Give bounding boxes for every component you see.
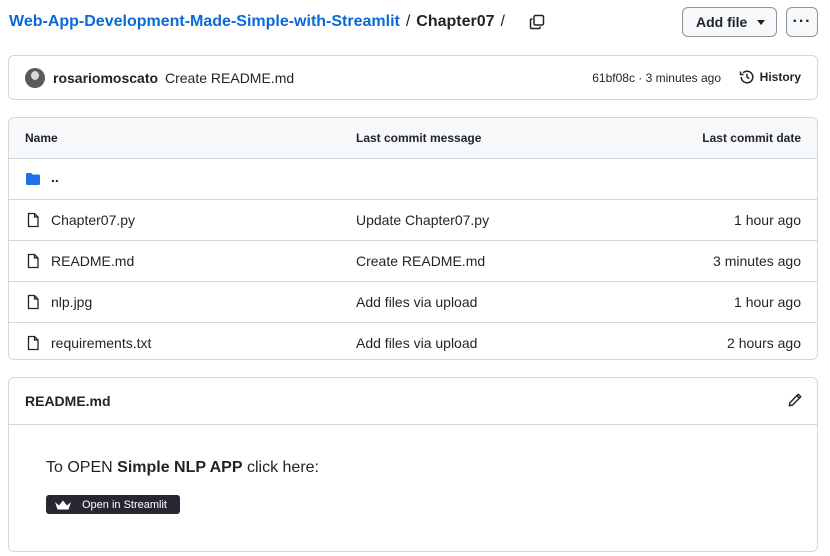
file-commit-date: 3 minutes ago: [713, 253, 801, 269]
file-table-header: Name Last commit message Last commit dat…: [9, 118, 817, 159]
chevron-down-icon: [757, 20, 765, 25]
breadcrumb-current-dir: Chapter07: [416, 13, 495, 30]
commit-message[interactable]: Create README.md: [165, 70, 294, 86]
commit-hash-time[interactable]: 61bf08c · 3 minutes ago: [592, 71, 721, 85]
file-name-link[interactable]: nlp.jpg: [51, 294, 92, 310]
readme-text-prefix: To OPEN: [46, 459, 118, 476]
more-options-button[interactable]: ···: [786, 7, 818, 37]
table-row[interactable]: README.md Create README.md 3 minutes ago: [9, 241, 817, 282]
header-name: Name: [25, 131, 58, 145]
file-name-link[interactable]: Chapter07.py: [51, 212, 135, 228]
file-icon: [25, 294, 41, 313]
kebab-horizontal-icon: ···: [792, 13, 812, 30]
file-icon: [25, 212, 41, 231]
open-in-streamlit-badge[interactable]: Open in Streamlit: [46, 495, 180, 514]
badge-label: Open in Streamlit: [82, 498, 167, 511]
breadcrumb-trailing-separator: /: [500, 13, 505, 30]
file-commit-date: 1 hour ago: [734, 212, 801, 228]
readme-text-suffix: click here:: [242, 459, 319, 476]
header-last-commit-date: Last commit date: [702, 131, 801, 145]
readme-text-bold: Simple NLP APP: [117, 459, 243, 476]
avatar[interactable]: [25, 68, 45, 88]
file-icon: [25, 335, 41, 354]
history-label: History: [759, 70, 801, 84]
readme-panel: README.md To OPEN Simple NLP APP click h…: [8, 377, 818, 552]
table-row[interactable]: Chapter07.py Update Chapter07.py 1 hour …: [9, 200, 817, 241]
add-file-button[interactable]: Add file: [682, 7, 777, 37]
file-commit-message-link[interactable]: Create README.md: [356, 253, 485, 269]
commit-author[interactable]: rosariomoscato: [53, 70, 158, 86]
file-commit-date: 1 hour ago: [734, 294, 801, 310]
breadcrumb-repo-link[interactable]: Web-App-Development-Made-Simple-with-Str…: [9, 13, 400, 31]
breadcrumb: Web-App-Development-Made-Simple-with-Str…: [9, 10, 505, 34]
table-row[interactable]: nlp.jpg Add files via upload 1 hour ago: [9, 282, 817, 323]
copy-path-icon[interactable]: [527, 12, 547, 32]
breadcrumb-separator: /: [405, 13, 411, 30]
pencil-icon[interactable]: [787, 392, 803, 413]
file-name-link[interactable]: README.md: [51, 253, 134, 269]
file-commit-message-link[interactable]: Add files via upload: [356, 294, 477, 310]
readme-header: README.md: [9, 378, 817, 425]
header-last-commit-message: Last commit message: [356, 131, 482, 145]
file-commit-message-link[interactable]: Add files via upload: [356, 335, 477, 351]
parent-directory-link[interactable]: ..: [51, 169, 59, 185]
history-button[interactable]: History: [739, 69, 801, 85]
file-commit-date: 2 hours ago: [727, 335, 801, 351]
streamlit-crown-icon: [55, 500, 71, 509]
table-row[interactable]: requirements.txt Add files via upload 2 …: [9, 323, 817, 359]
add-file-label: Add file: [696, 14, 748, 30]
readme-title: README.md: [25, 393, 111, 409]
parent-directory-row[interactable]: ..: [9, 159, 817, 200]
latest-commit-bar: rosariomoscato Create README.md 61bf08c …: [8, 55, 818, 100]
file-commit-message-link[interactable]: Update Chapter07.py: [356, 212, 489, 228]
readme-text: To OPEN Simple NLP APP click here:: [46, 459, 319, 477]
file-icon: [25, 253, 41, 272]
folder-icon: [25, 171, 41, 190]
file-name-link[interactable]: requirements.txt: [51, 335, 151, 351]
history-icon: [739, 70, 754, 84]
file-table: Name Last commit message Last commit dat…: [8, 117, 818, 360]
